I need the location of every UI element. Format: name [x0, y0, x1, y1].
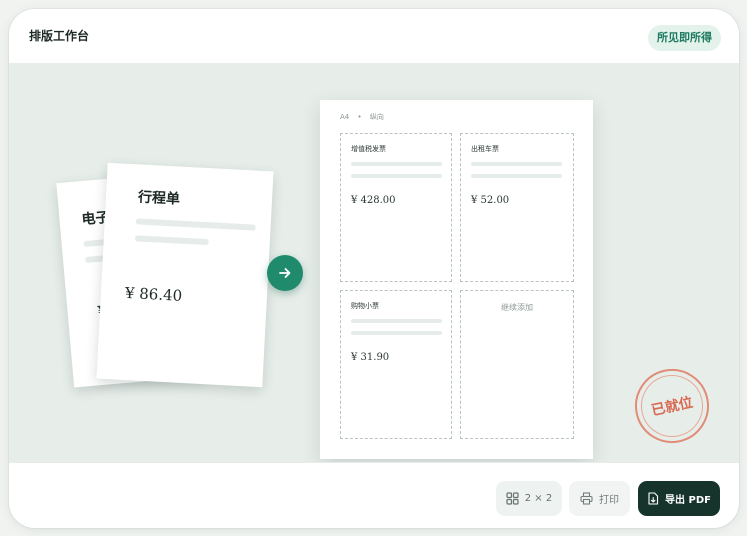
cell-title: 出租车票: [471, 145, 499, 153]
cell-price: ¥ 428.00: [351, 195, 396, 206]
add-cell[interactable]: 继续添加: [460, 290, 574, 439]
printer-icon: [580, 492, 593, 505]
layout-canvas: 电子 ¥ 行程单 ¥ 86.40 A4 • 纵向 增值税发票: [9, 63, 739, 462]
print-label: 打印: [599, 495, 619, 506]
separator-dot: •: [357, 113, 362, 121]
paper-size: A4: [340, 113, 350, 121]
arrow-right-icon: [279, 268, 291, 278]
file-download-icon: [648, 492, 659, 505]
cell-price: ¥ 31.90: [351, 352, 390, 363]
workspace-card: 排版工作台 所见即所得 电子 ¥ 行程单 ¥ 86.40 A4 • 纵向: [9, 9, 739, 528]
add-more-label: 继续添加: [501, 303, 533, 312]
export-pdf-label: 导出 PDF: [665, 495, 711, 506]
placeholder-line: [135, 218, 256, 231]
ready-stamp: 已就位: [628, 362, 716, 450]
document-title: 行程单: [137, 189, 181, 208]
placeholder-line: [471, 174, 562, 178]
cell-title: 购物小票: [351, 302, 379, 310]
cell-title: 增值税发票: [351, 145, 386, 153]
grid-cell[interactable]: 出租车票 ¥ 52.00: [460, 133, 574, 282]
arrow-right-button[interactable]: [267, 255, 303, 291]
orientation: 纵向: [369, 113, 384, 121]
placeholder-line: [351, 162, 442, 166]
print-button[interactable]: 打印: [569, 481, 630, 516]
placeholder-line: [471, 162, 562, 166]
wysiwyg-badge: 所见即所得: [648, 25, 721, 51]
grid-cell[interactable]: 购物小票 ¥ 31.90: [340, 290, 452, 439]
a4-sheet-preview: A4 • 纵向 增值税发票 ¥ 428.00 出租车票 ¥ 52.00 购物小票: [320, 100, 593, 459]
sheet-meta: A4 • 纵向: [340, 112, 384, 122]
grid-cell[interactable]: 增值税发票 ¥ 428.00: [340, 133, 452, 282]
grid-layout-icon: [506, 492, 519, 505]
placeholder-line: [351, 331, 442, 335]
placeholder-line: [351, 174, 442, 178]
header: 排版工作台 所见即所得: [9, 9, 739, 64]
cell-price: ¥ 52.00: [471, 195, 510, 206]
placeholder-line: [351, 319, 442, 323]
export-pdf-button[interactable]: 导出 PDF: [638, 481, 720, 516]
placeholder-line: [134, 235, 209, 246]
stamp-text: 已就位: [635, 369, 709, 443]
grid-layout-button[interactable]: 2 × 2: [496, 481, 562, 516]
grid-layout-label: 2 × 2: [524, 493, 553, 504]
source-document-front[interactable]: 行程单 ¥ 86.40: [96, 162, 274, 388]
toolbar: 2 × 2 打印 导出 PDF: [9, 462, 739, 528]
document-price: ¥ 86.40: [124, 283, 183, 305]
app-title: 排版工作台: [29, 29, 90, 43]
